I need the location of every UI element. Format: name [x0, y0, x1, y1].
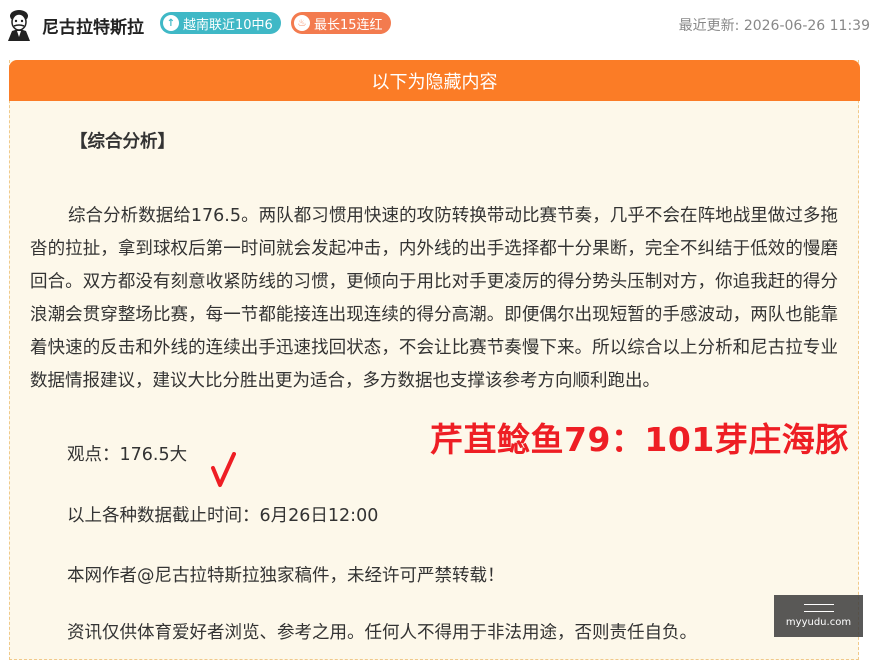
- analysis-paragraph: 综合分析数据给176.5。两队都习惯用快速的攻防转换带动比赛节奏，几乎不会在阵地…: [30, 205, 838, 391]
- last-updated-time: 2026-06-26 11:39: [743, 18, 870, 34]
- site-watermark: myyudu.com: [774, 595, 863, 637]
- match-result-overlay: 芹苴鲶鱼79：101芽庄海豚: [430, 420, 849, 459]
- last-updated: 最近更新: 2026-06-26 11:39: [679, 15, 870, 35]
- check-mark-icon: √: [211, 452, 236, 487]
- longest-streak-badge: ♨ 最长15连红: [291, 12, 391, 34]
- data-cutoff-line: 以上各种数据截止时间：6月26日12:00: [67, 506, 379, 526]
- copyright-line: 本网作者@尼古拉特斯拉独家稿件，未经许可严禁转载！: [67, 566, 505, 586]
- flame-icon: ♨: [294, 15, 310, 31]
- last-updated-label: 最近更新:: [678, 18, 740, 34]
- viewpoint-line: 观点：176.5大: [67, 445, 188, 465]
- author-avatar[interactable]: [4, 7, 34, 41]
- longest-streak-label: 最长15连红: [314, 17, 383, 33]
- article-header: 尼古拉特斯拉 ↑ 越南联近10中6 ♨ 最长15连红 最近更新: 2026-06…: [0, 0, 874, 50]
- disclaimer-line: 资讯仅供体育爱好者浏览、参考之用。任何人不得用于非法用途，否则责任自负。: [67, 623, 697, 643]
- section-title: 【综合分析】: [70, 132, 175, 152]
- hidden-content-title: 以下为隐藏内容: [9, 60, 860, 101]
- recent-record-badge: ↑ 越南联近10中6: [160, 12, 281, 34]
- recent-record-label: 越南联近10中6: [183, 17, 273, 33]
- watermark-logo-icon: [803, 604, 834, 612]
- arrow-up-icon: ↑: [163, 15, 179, 31]
- author-name[interactable]: 尼古拉特斯拉: [42, 13, 144, 38]
- watermark-domain: myyudu.com: [785, 617, 852, 628]
